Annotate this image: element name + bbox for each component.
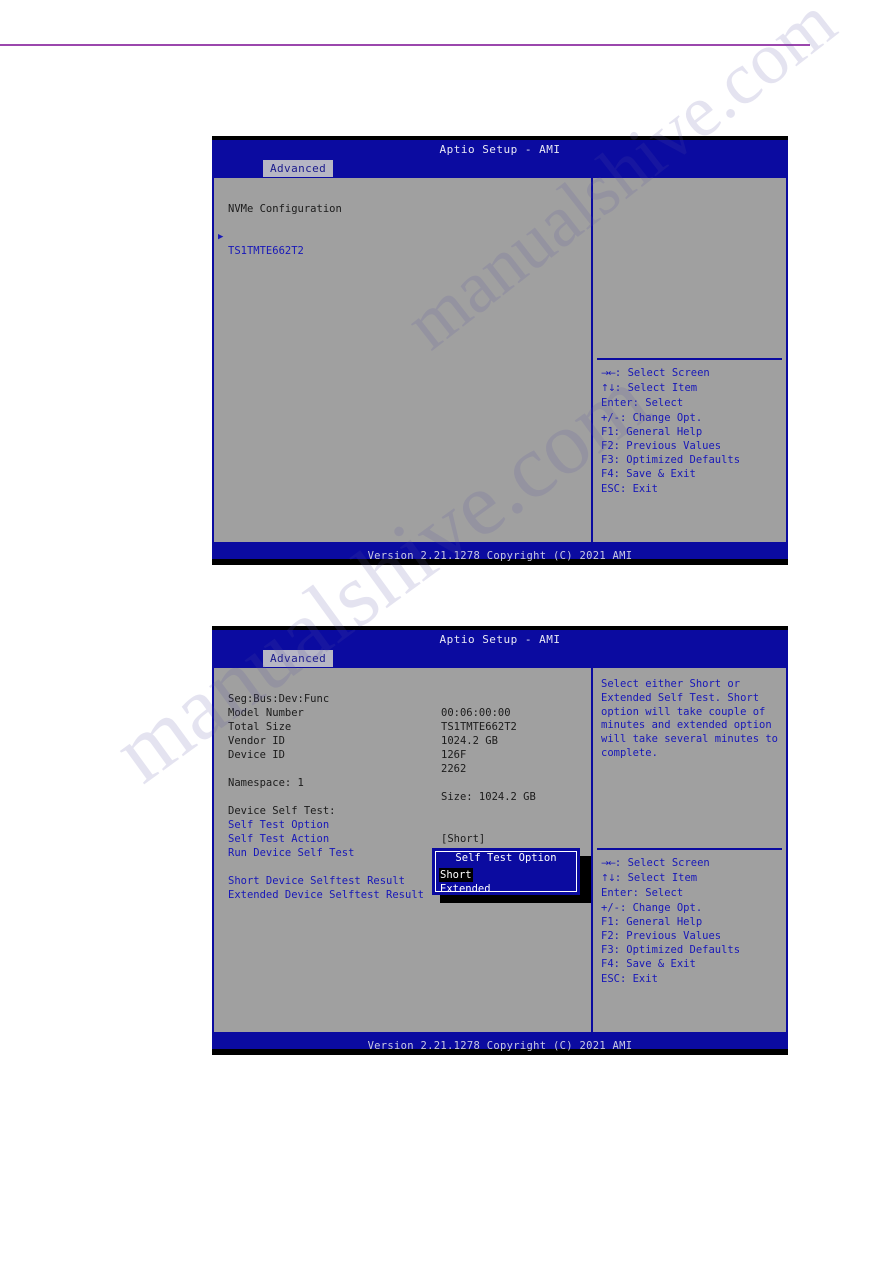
info-row: Model Number TS1TMTE662T2 bbox=[214, 692, 591, 733]
bios-help-pane: Select either Short or Extended Self Tes… bbox=[593, 668, 786, 1032]
nvme-device-label: TS1TMTE662T2 bbox=[228, 245, 304, 257]
bios-title-bar: Aptio Setup - AMI bbox=[212, 140, 788, 160]
key-legend-row: F4: Save & Exit bbox=[601, 958, 696, 971]
key-legend-row: F3: Optimized Defaults bbox=[601, 944, 741, 957]
bios-footer-bar: Version 2.21.1278 Copyright (C) 2021 AMI bbox=[212, 544, 788, 562]
key-legend-row: F2: Previous Values bbox=[601, 440, 722, 453]
bios-screenshot-device-self-test: Aptio Setup - AMI Advanced Seg:Bus:Dev:F… bbox=[212, 626, 788, 1055]
info-row: Vendor ID 126F bbox=[214, 720, 591, 761]
menu-item-nvme-device[interactable]: ▶ TS1TMTE662T2 bbox=[214, 216, 591, 257]
key-legend-row: Enter: Select bbox=[601, 397, 684, 410]
dropdown-frame: Self Test Option Short Extended bbox=[435, 851, 577, 895]
key-legend-row: +/-: Change Opt. bbox=[601, 901, 703, 914]
key-legend-row: ESC: Exit bbox=[601, 482, 658, 495]
bios-version-text: Version 2.21.1278 Copyright (C) 2021 AMI bbox=[367, 1040, 633, 1052]
nvme-configuration-heading: NVMe Configuration bbox=[228, 203, 342, 215]
info-row: Device ID 2262 bbox=[214, 734, 591, 775]
dropdown-option-row[interactable]: Extended bbox=[439, 877, 573, 895]
key-legend-row: F2: Previous Values bbox=[601, 930, 722, 943]
tab-advanced[interactable]: Advanced bbox=[263, 160, 334, 177]
info-value: 126F bbox=[441, 749, 467, 761]
self-test-option-dropdown[interactable]: Self Test Option Short Extended bbox=[432, 848, 580, 895]
bios-main-pane: NVMe Configuration ▶ TS1TMTE662T2 bbox=[214, 178, 593, 542]
key-legend-row: →←: Select Screen bbox=[601, 856, 740, 871]
key-legend-text: : Select Screen bbox=[614, 367, 710, 379]
up-down-arrow-icon: ↑↓ bbox=[601, 873, 616, 885]
selftest-heading-row: Device Self Test: bbox=[214, 790, 591, 817]
info-row: Total Size 1024.2 GB bbox=[214, 706, 591, 747]
page-header-rule bbox=[0, 44, 810, 46]
up-down-arrow-icon: ↑↓ bbox=[601, 383, 616, 395]
key-legend-text: : Select Item bbox=[614, 382, 698, 395]
key-legend-row: ↑↓: Select Item bbox=[601, 871, 740, 886]
key-legend-row: ↑↓: Select Item bbox=[601, 381, 740, 396]
key-legend-text: : Select Screen bbox=[614, 857, 710, 869]
help-paragraph-line: minutes and extended option bbox=[601, 719, 772, 732]
info-row: Seg:Bus:Dev:Func 00:06:00:00 bbox=[214, 678, 591, 719]
left-right-arrow-icon: →← bbox=[601, 368, 616, 379]
bios-tab-bar: Advanced bbox=[212, 650, 788, 667]
info-label: Device ID bbox=[228, 749, 285, 761]
bios-version-text: Version 2.21.1278 Copyright (C) 2021 AMI bbox=[367, 550, 633, 562]
help-paragraph-line: will take several minutes to bbox=[601, 733, 779, 746]
bios-help-pane: →←: Select Screen ↑↓: Select Item Enter:… bbox=[593, 178, 786, 542]
key-legend-text: : Select Item bbox=[614, 872, 698, 885]
key-legend-row: +/-: Change Opt. bbox=[601, 411, 703, 424]
bios-title: Aptio Setup - AMI bbox=[439, 143, 561, 156]
help-paragraph-line: Select either Short or bbox=[601, 678, 741, 690]
run-device-self-test-label: Run Device Self Test bbox=[228, 847, 355, 859]
help-pane-divider bbox=[597, 358, 782, 360]
key-legend-row: F1: General Help bbox=[601, 915, 703, 928]
bios-tab-bar: Advanced bbox=[212, 160, 788, 177]
dropdown-option-row[interactable]: Short bbox=[439, 863, 573, 882]
dropdown-options: Short Extended bbox=[439, 863, 573, 895]
left-right-arrow-icon: →← bbox=[601, 858, 616, 869]
key-legend-row: ESC: Exit bbox=[601, 972, 658, 985]
bios-body: Seg:Bus:Dev:Func 00:06:00:00 Model Numbe… bbox=[212, 667, 788, 1034]
bios-body: NVMe Configuration ▶ TS1TMTE662T2 →←: Se… bbox=[212, 177, 788, 544]
help-key-legend: →←: Select Screen ↑↓: Select Item Enter:… bbox=[601, 366, 740, 496]
help-paragraph-line: complete. bbox=[601, 746, 658, 759]
help-paragraph: Select either Short or Extended Self Tes… bbox=[593, 668, 786, 761]
submenu-arrow-icon: ▶ bbox=[218, 232, 224, 242]
bios-main-pane: Seg:Bus:Dev:Func 00:06:00:00 Model Numbe… bbox=[214, 668, 593, 1032]
dropdown-title-wrap: Self Test Option bbox=[439, 846, 573, 864]
bios-screenshot-nvme-configuration: Aptio Setup - AMI Advanced NVMe Configur… bbox=[212, 136, 788, 565]
help-key-legend: →←: Select Screen ↑↓: Select Item Enter:… bbox=[601, 856, 740, 986]
key-legend-row: →←: Select Screen bbox=[601, 366, 740, 381]
tab-advanced[interactable]: Advanced bbox=[263, 650, 334, 667]
bios-title-bar: Aptio Setup - AMI bbox=[212, 630, 788, 650]
dropdown-option-extended[interactable]: Extended bbox=[439, 882, 492, 896]
menu-item-run-device-self-test[interactable]: Run Device Self Test bbox=[214, 832, 591, 859]
key-legend-row: Enter: Select bbox=[601, 887, 684, 900]
bios-footer-bar: Version 2.21.1278 Copyright (C) 2021 AMI bbox=[212, 1034, 788, 1052]
extended-selftest-result-label: Extended Device Selftest Result bbox=[228, 889, 424, 901]
namespace-row: Namespace: 1 Size: 1024.2 GB bbox=[214, 762, 591, 803]
help-paragraph-line: Extended Self Test. Short bbox=[601, 691, 760, 704]
menu-item-self-test-option[interactable]: Self Test Option [Short] bbox=[214, 804, 591, 845]
help-paragraph-line: option will take couple of bbox=[601, 705, 766, 718]
key-legend-row: F1: General Help bbox=[601, 425, 703, 438]
help-pane-divider bbox=[597, 848, 782, 850]
key-legend-row: F4: Save & Exit bbox=[601, 468, 696, 481]
key-legend-row: F3: Optimized Defaults bbox=[601, 454, 741, 467]
section-heading-row: NVMe Configuration bbox=[214, 188, 591, 215]
namespace-label: Namespace: 1 bbox=[228, 777, 304, 789]
menu-item-self-test-action[interactable]: Self Test Action bbox=[214, 818, 591, 845]
bios-title: Aptio Setup - AMI bbox=[439, 633, 561, 646]
